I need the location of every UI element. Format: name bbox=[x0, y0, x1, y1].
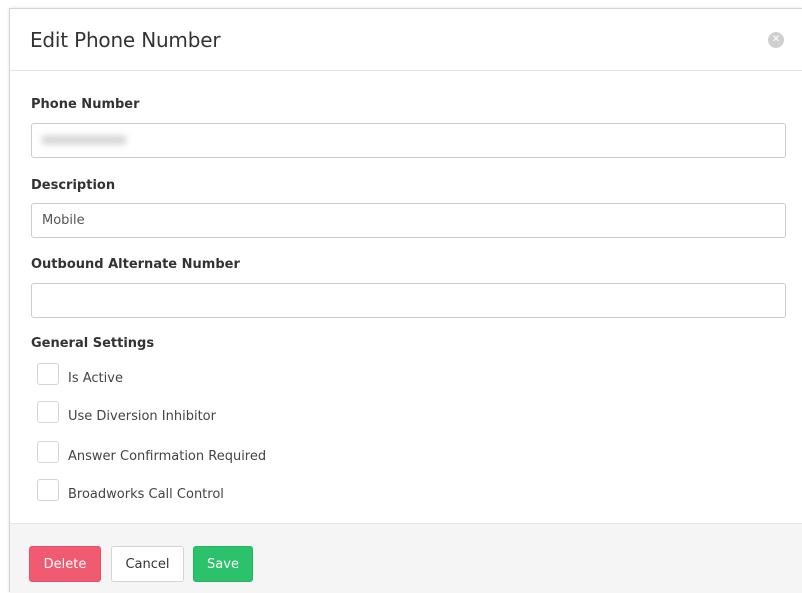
save-button[interactable]: Save bbox=[193, 546, 253, 582]
dialog-title: Edit Phone Number bbox=[30, 27, 221, 52]
cancel-button[interactable]: Cancel bbox=[111, 546, 184, 582]
is-active-option[interactable]: Is Active bbox=[37, 363, 123, 389]
broadworks-call-control-label: Broadworks Call Control bbox=[68, 486, 224, 502]
use-diversion-inhibitor-option[interactable]: Use Diversion Inhibitor bbox=[37, 401, 216, 427]
use-diversion-inhibitor-checkbox[interactable] bbox=[37, 401, 59, 423]
answer-confirmation-required-checkbox[interactable] bbox=[37, 441, 59, 463]
edit-phone-number-dialog: Edit Phone Number ✕ Phone Number Descrip… bbox=[9, 8, 802, 593]
is-active-label: Is Active bbox=[68, 370, 123, 386]
is-active-checkbox[interactable] bbox=[37, 363, 59, 385]
dialog-footer: Delete Cancel Save bbox=[10, 523, 802, 593]
broadworks-call-control-option[interactable]: Broadworks Call Control bbox=[37, 479, 224, 505]
answer-confirmation-required-option[interactable]: Answer Confirmation Required bbox=[37, 441, 267, 467]
description-label: Description bbox=[31, 178, 116, 193]
close-icon[interactable]: ✕ bbox=[768, 31, 784, 48]
answer-confirmation-required-label: Answer Confirmation Required bbox=[68, 448, 267, 464]
use-diversion-inhibitor-label: Use Diversion Inhibitor bbox=[68, 408, 216, 424]
delete-button[interactable]: Delete bbox=[29, 546, 101, 582]
phone-number-label: Phone Number bbox=[31, 97, 140, 112]
outbound-alternate-number-input[interactable] bbox=[31, 283, 786, 318]
description-input[interactable] bbox=[31, 203, 786, 238]
redacted-phone-value bbox=[41, 135, 127, 145]
broadworks-call-control-checkbox[interactable] bbox=[37, 479, 59, 501]
outbound-alternate-number-label: Outbound Alternate Number bbox=[31, 257, 240, 272]
general-settings-label: General Settings bbox=[31, 336, 155, 351]
phone-number-input[interactable] bbox=[31, 123, 786, 158]
phone-number-field-wrap bbox=[31, 123, 786, 158]
dialog-header: Edit Phone Number ✕ bbox=[10, 9, 802, 71]
